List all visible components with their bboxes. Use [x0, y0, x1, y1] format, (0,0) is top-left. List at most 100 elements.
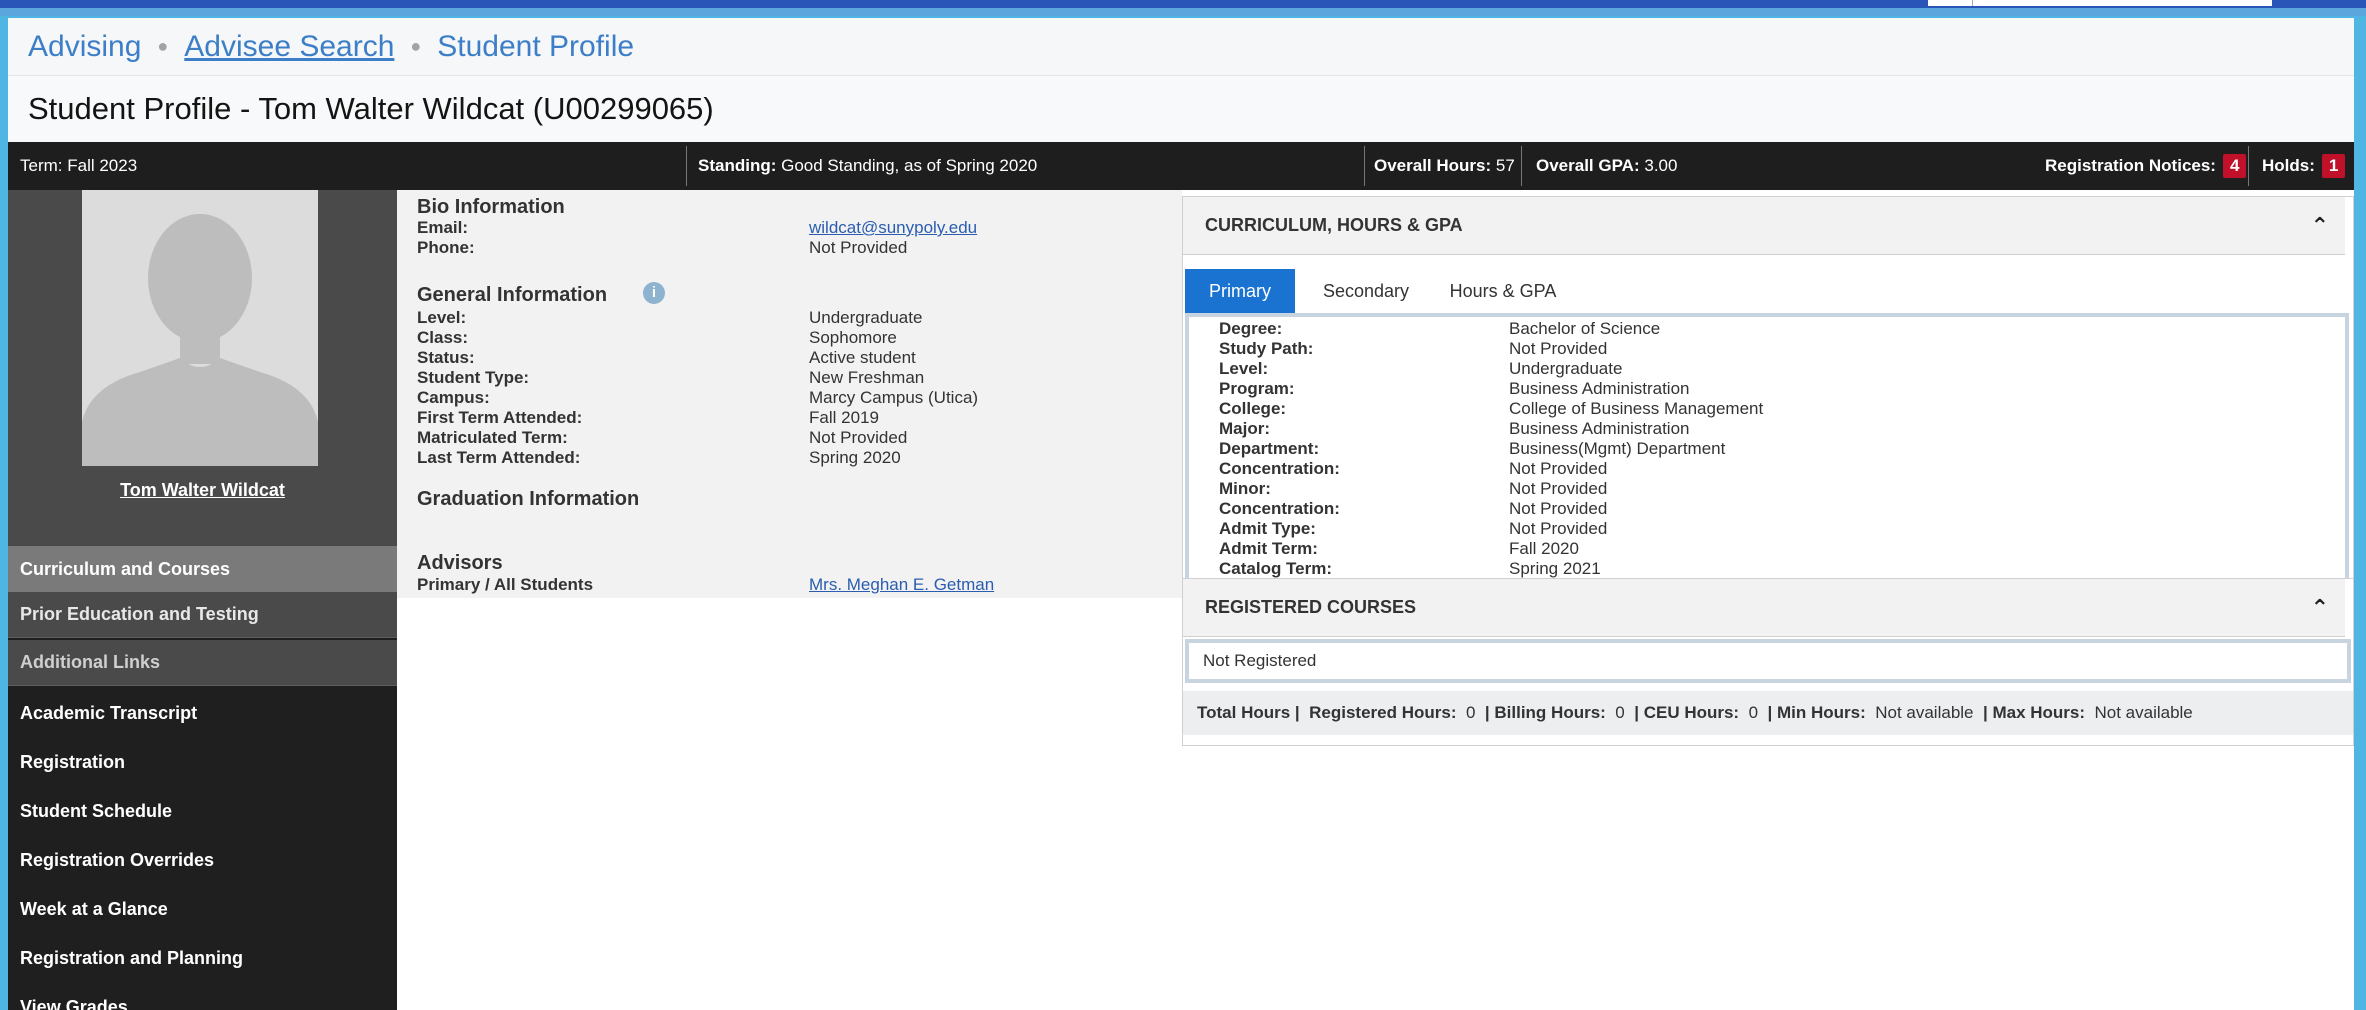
general-row-value: Undergraduate	[809, 308, 923, 327]
curriculum-row-value: Bachelor of Science	[1509, 319, 1661, 338]
general-row-label: Student Type:	[417, 368, 530, 387]
max-hours-label: Max Hours:	[1992, 703, 2086, 722]
advisor-link[interactable]: Mrs. Meghan E. Getman	[809, 575, 994, 595]
general-row-label: Campus:	[417, 388, 490, 407]
curriculum-row-label: Level:	[1219, 359, 1269, 378]
graduation-heading: Graduation Information	[417, 488, 640, 510]
general-row-label: First Term Attended:	[417, 408, 583, 427]
avatar	[82, 190, 318, 466]
email-link[interactable]: wildcat@sunypoly.edu	[809, 218, 977, 238]
min-hours-value: Not available	[1875, 703, 1974, 722]
registration-notices[interactable]: Registration Notices: 4	[2045, 142, 2247, 190]
curriculum-row-value: Not Provided	[1509, 519, 1608, 538]
curriculum-row-label: Minor:	[1219, 479, 1271, 498]
general-row-value: Not Provided	[809, 428, 908, 447]
gpa-label: Overall GPA:	[1536, 156, 1640, 175]
curriculum-row-label: College:	[1219, 399, 1287, 418]
term-value: Fall 2023	[67, 156, 138, 175]
phone-value: Not Provided	[809, 238, 908, 257]
bio-heading: Bio Information	[417, 196, 565, 218]
curriculum-row-label: Department:	[1219, 439, 1320, 458]
registered-heading: REGISTERED COURSES	[1205, 597, 1417, 617]
curriculum-panel-header[interactable]: CURRICULUM, HOURS & GPA ⌃	[1183, 197, 2345, 255]
nav-additional-links[interactable]: Additional Links	[8, 640, 397, 686]
top-accent-bar-secondary	[0, 8, 2366, 16]
general-row-value: Active student	[809, 348, 916, 367]
avatar-panel: Tom Walter Wildcat	[8, 190, 397, 546]
general-row-label: Matriculated Term:	[417, 428, 568, 447]
overall-gpa: Overall GPA: 3.00	[1536, 142, 1677, 190]
info-icon[interactable]: i	[643, 282, 665, 304]
separator: |	[1982, 703, 1988, 722]
curriculum-table: Degree: Bachelor of Science Study Path: …	[1185, 313, 2349, 585]
student-name-link[interactable]: Tom Walter Wildcat	[8, 480, 397, 501]
nav-curriculum-courses[interactable]: Curriculum and Courses	[8, 546, 397, 592]
not-registered-text: Not Registered	[1203, 651, 1317, 670]
nav-student-schedule[interactable]: Student Schedule	[8, 788, 397, 834]
hours-value: 57	[1495, 156, 1515, 175]
advisor-label: Primary / All Students	[417, 575, 594, 594]
separator: |	[1634, 703, 1639, 722]
registered-hours-label: Registered Hours:	[1309, 703, 1457, 722]
curriculum-row-value: Business(Mgmt) Department	[1509, 439, 1726, 458]
sidebar: Tom Walter Wildcat Curriculum and Course…	[8, 190, 397, 1010]
registered-courses-panel: REGISTERED COURSES ⌃ Not Registered Tota…	[1182, 578, 2354, 746]
chevron-up-icon[interactable]: ⌃	[2311, 213, 2329, 239]
breadcrumb-advising[interactable]: Advising	[28, 30, 141, 64]
general-row-label: Status:	[417, 348, 475, 367]
separator: |	[1767, 703, 1773, 722]
nav-registration-overrides[interactable]: Registration Overrides	[8, 837, 397, 883]
divider	[1364, 146, 1365, 186]
curriculum-row-value: Not Provided	[1509, 479, 1608, 498]
billing-hours-label: Billing Hours:	[1494, 703, 1606, 722]
general-row-value: Sophomore	[809, 328, 897, 347]
curriculum-row-value: College of Business Management	[1509, 399, 1764, 418]
advisors-heading: Advisors	[417, 552, 503, 574]
page-title-bar: Student Profile - Tom Walter Wildcat (U0…	[8, 76, 2354, 142]
email-label: Email:	[417, 218, 469, 237]
curriculum-row-value: Fall 2020	[1509, 539, 1579, 558]
nav-academic-transcript[interactable]: Academic Transcript	[8, 690, 397, 736]
registered-panel-header[interactable]: REGISTERED COURSES ⌃	[1183, 579, 2345, 637]
ceu-hours-label: CEU Hours:	[1643, 703, 1740, 722]
chevron-up-icon[interactable]: ⌃	[2311, 595, 2329, 621]
gpa-value: 3.00	[1644, 156, 1678, 175]
general-row-value: New Freshman	[809, 368, 925, 387]
ceu-hours-value: 0	[1748, 703, 1759, 722]
browser-tab[interactable]	[1928, 0, 1972, 6]
curriculum-row-value: Not Provided	[1509, 459, 1608, 478]
nav-prior-education[interactable]: Prior Education and Testing	[8, 592, 397, 638]
curriculum-row-label: Major:	[1219, 419, 1270, 438]
overall-hours: Overall Hours: 57	[1374, 142, 1515, 190]
breadcrumb-separator: ●	[157, 36, 169, 56]
breadcrumb-student-profile: Student Profile	[437, 29, 635, 63]
term-info: Term: Fall 2023	[20, 142, 137, 190]
tab-primary[interactable]: Primary	[1185, 269, 1295, 313]
holds-badge: 1	[2321, 154, 2346, 178]
tab-secondary[interactable]: Secondary	[1307, 269, 1425, 313]
nav-registration-planning[interactable]: Registration and Planning	[8, 935, 397, 981]
page-title: Student Profile - Tom Walter Wildcat (U0…	[28, 91, 714, 126]
browser-tab[interactable]	[1972, 0, 2272, 6]
curriculum-row-value: Spring 2021	[1509, 559, 1601, 578]
general-heading: General Information	[417, 284, 608, 306]
curriculum-row-value: Not Provided	[1509, 339, 1608, 358]
term-label: Term:	[20, 156, 63, 175]
phone-label: Phone:	[417, 238, 475, 257]
curriculum-panel: CURRICULUM, HOURS & GPA ⌃ Primary Second…	[1182, 196, 2354, 588]
divider	[686, 146, 687, 186]
tab-hours-gpa[interactable]: Hours & GPA	[1437, 269, 1569, 313]
general-row-value: Spring 2020	[809, 448, 901, 467]
holds[interactable]: Holds: 1	[2262, 142, 2346, 190]
profile-details: Bio Information Email: wildcat@sunypoly.…	[397, 190, 1182, 598]
curriculum-row-value: Business Administration	[1509, 419, 1690, 438]
curriculum-row-label: Catalog Term:	[1219, 559, 1333, 578]
curriculum-row-value: Not Provided	[1509, 499, 1608, 518]
general-row-label: Level:	[417, 308, 467, 327]
hours-summary-bar: Total Hours | Registered Hours: 0 | Bill…	[1183, 691, 2353, 735]
breadcrumb-advisee-search[interactable]: Advisee Search	[184, 30, 394, 64]
nav-registration[interactable]: Registration	[8, 739, 397, 785]
nav-view-grades[interactable]: View Grades	[8, 984, 397, 1010]
breadcrumb-separator: ●	[410, 36, 422, 56]
nav-week-at-a-glance[interactable]: Week at a Glance	[8, 886, 397, 932]
